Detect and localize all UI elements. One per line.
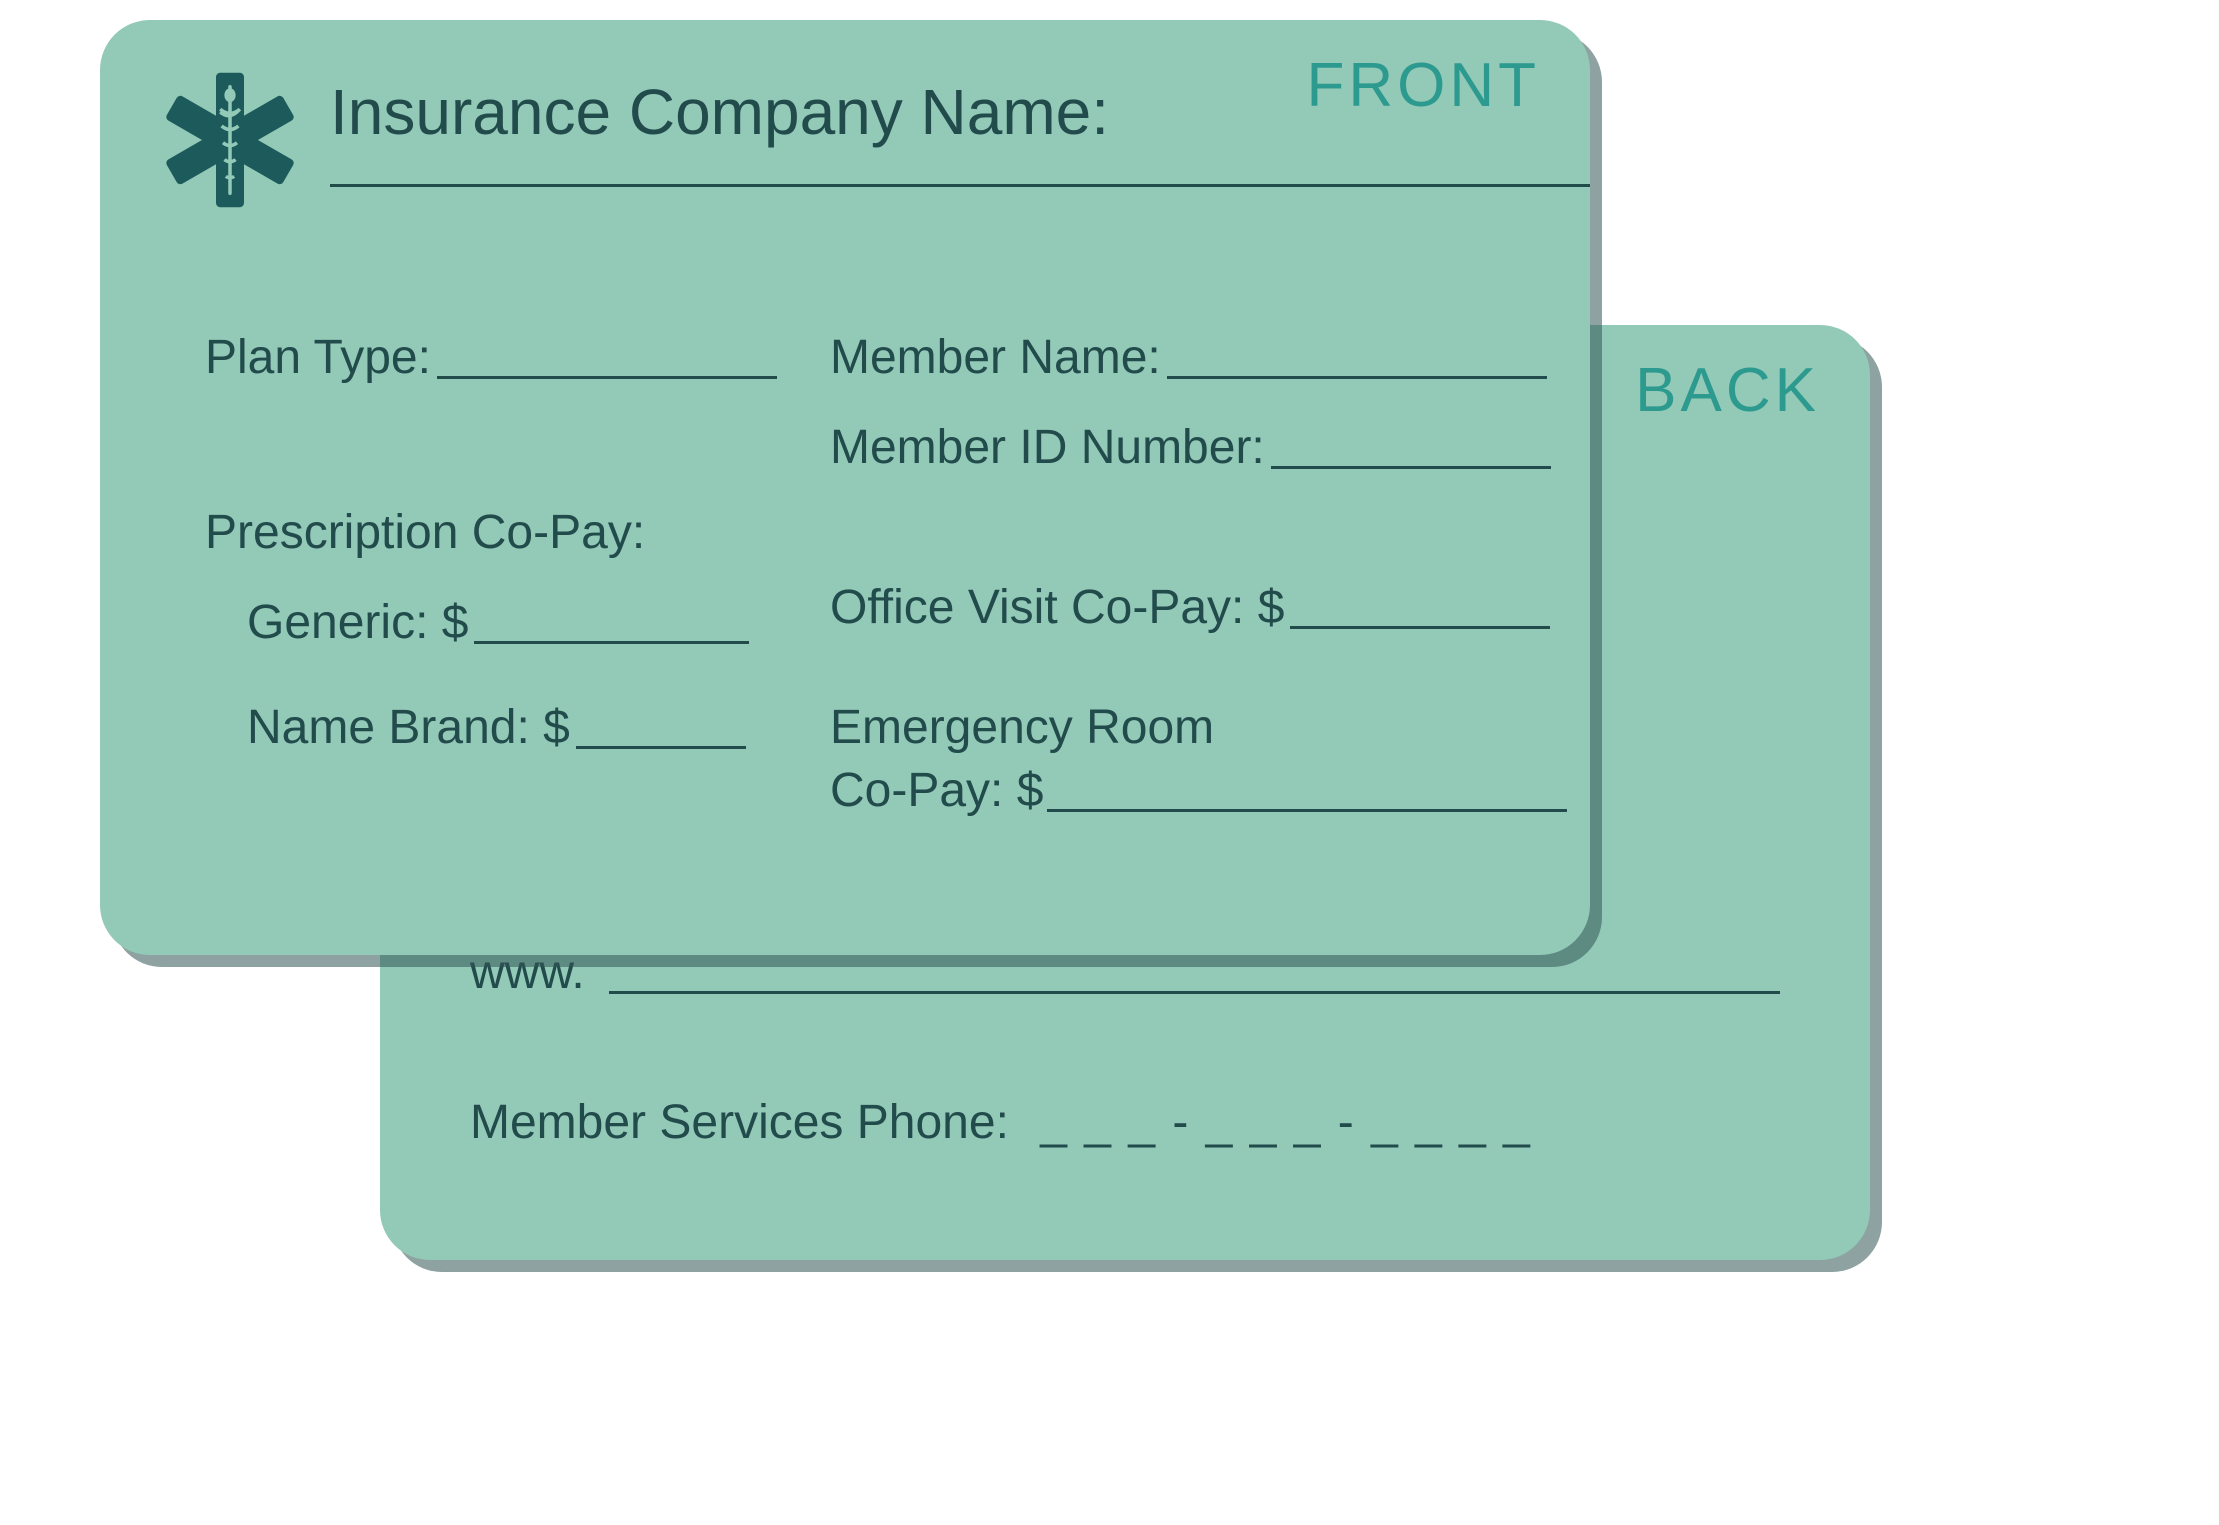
plan-type-field: Plan Type: (205, 330, 777, 385)
generic-line (474, 641, 749, 644)
member-name-field: Member Name: (830, 330, 1547, 385)
er-label-line1: Emergency Room (830, 700, 1567, 755)
er-copay-field: Emergency Room Co-Pay: $ (830, 700, 1567, 818)
member-name-label: Member Name: (830, 330, 1167, 385)
rx-copay-label: Prescription Co-Pay: (205, 505, 651, 560)
company-name-label: Insurance Company Name: (330, 75, 1610, 149)
member-id-field: Member ID Number: (830, 420, 1551, 475)
er-label-line2: Co-Pay: $ (830, 763, 1043, 818)
name-brand-field: Name Brand: $ (205, 700, 746, 755)
office-visit-line (1290, 626, 1550, 629)
company-name-line (330, 184, 1590, 187)
phone-label: Member Services Phone: (470, 1096, 1009, 1149)
name-brand-line (576, 746, 746, 749)
name-brand-label: Name Brand: $ (247, 700, 576, 755)
rx-copay-header: Prescription Co-Pay: (205, 505, 651, 560)
plan-type-line (437, 376, 777, 379)
er-line (1047, 809, 1567, 812)
insurance-card-front: FRONT Insurance Company Name: Plan Typ (100, 20, 1590, 955)
office-visit-field: Office Visit Co-Pay: $ (830, 580, 1550, 635)
member-id-label: Member ID Number: (830, 420, 1271, 475)
generic-label: Generic: $ (247, 595, 474, 650)
plan-type-label: Plan Type: (205, 330, 437, 385)
member-name-line (1167, 376, 1547, 379)
company-name-field: Insurance Company Name: (330, 75, 1610, 187)
website-line (609, 991, 1780, 994)
generic-field: Generic: $ (205, 595, 749, 650)
phone-placeholder: _ _ _ - _ _ _ - _ _ _ _ (1040, 1096, 1532, 1149)
office-visit-label: Office Visit Co-Pay: $ (830, 580, 1290, 635)
star-of-life-icon (160, 70, 300, 210)
phone-field: Member Services Phone: _ _ _ - _ _ _ - _… (470, 1095, 1532, 1150)
member-id-line (1271, 466, 1551, 469)
